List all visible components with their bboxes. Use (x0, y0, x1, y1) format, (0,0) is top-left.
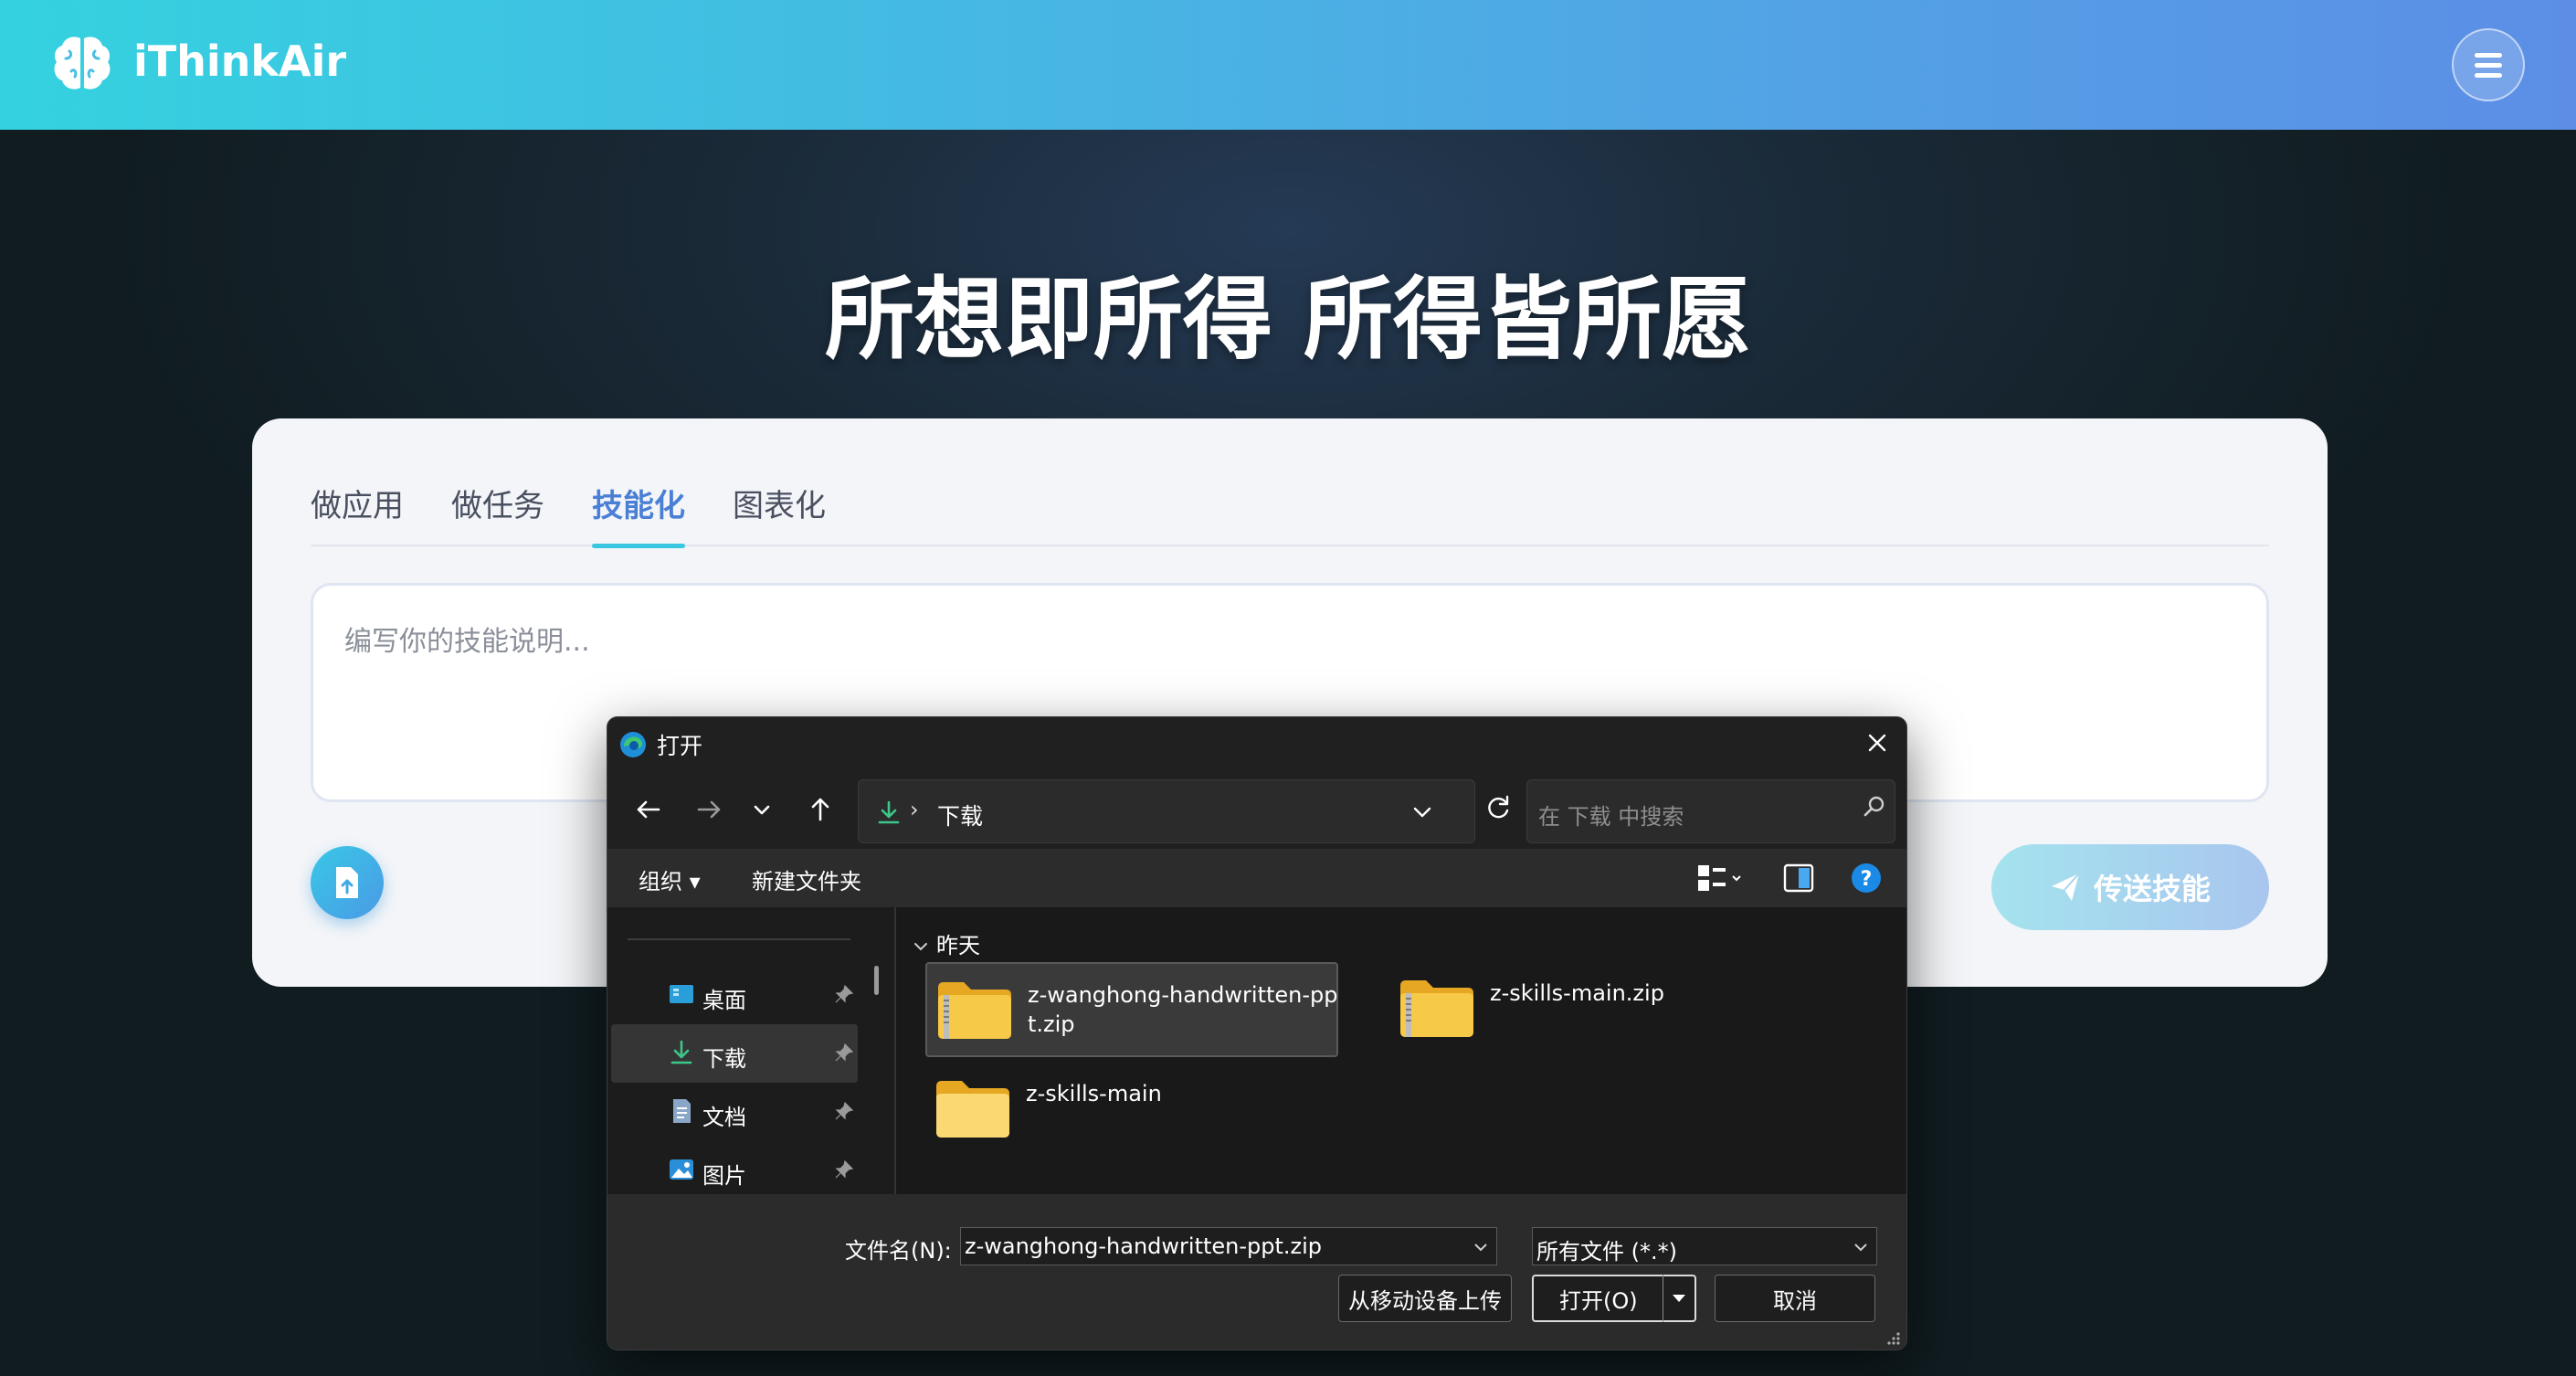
breadcrumb-separator: › (910, 797, 919, 822)
new-folder-button[interactable]: 新建文件夹 (752, 863, 861, 895)
search-icon[interactable] (1863, 794, 1886, 818)
send-skill-button[interactable]: 传送技能 (1991, 844, 2269, 930)
document-icon (673, 1099, 691, 1123)
command-bar: 组织 ▾ 新建文件夹 ? (607, 849, 1906, 907)
view-options-icon[interactable] (1696, 860, 1746, 896)
sidebar-item-label: 下载 (702, 1046, 746, 1072)
desktop-icon (670, 985, 693, 1003)
navigation-bar: › 下载 在 下载 中搜索 (607, 774, 1906, 843)
download-icon (878, 800, 900, 824)
sidebar-divider (628, 938, 850, 940)
chevron-down-icon[interactable] (1410, 800, 1434, 824)
file-name: z-skills-main (1026, 1081, 1162, 1106)
dialog-titlebar: 打开 (607, 717, 1906, 767)
chevron-down-icon[interactable] (1853, 1239, 1869, 1255)
file-upload-icon (336, 867, 358, 898)
organize-menu[interactable]: 组织 ▾ (639, 863, 701, 895)
file-open-dialog: 打开 › 下载 在 下载 中搜索 组织 ▾ 新建文件夹 ? 桌面 下载 文档 图… (607, 716, 1907, 1350)
open-options-dropdown[interactable] (1663, 1275, 1695, 1322)
file-name: z-skills-main.zip (1490, 980, 1664, 1006)
sidebar-item-label: 图片 (702, 1163, 746, 1189)
upload-from-mobile-button[interactable]: 从移动设备上传 (1338, 1275, 1512, 1322)
filename-label: 文件名(N): (845, 1238, 952, 1264)
file-name: z-wanghong-handwritten-ppt.zip (1028, 982, 1338, 1037)
filetype-select[interactable]: 所有文件 (*.*) (1532, 1227, 1877, 1265)
sidebar-item-pictures[interactable]: 图片 (611, 1141, 858, 1200)
menu-button[interactable] (2452, 28, 2525, 101)
zip-folder-icon (938, 982, 1011, 1039)
pin-icon (835, 1043, 854, 1062)
caret-down-icon (1673, 1295, 1685, 1302)
cancel-button[interactable]: 取消 (1715, 1275, 1875, 1322)
send-skill-label: 传送技能 (2093, 872, 2211, 906)
recent-locations-chevron-icon[interactable] (744, 792, 779, 827)
sidebar-item-documents[interactable]: 文档 (611, 1083, 858, 1141)
file-item-skills-main-folder[interactable]: z-skills-main (925, 1063, 1199, 1158)
address-bar[interactable]: › 下载 (858, 779, 1475, 843)
chevron-down-icon (914, 943, 927, 951)
navigation-pane: 桌面 下载 文档 图片 (607, 907, 894, 1194)
filetype-value: 所有文件 (*.*) (1536, 1239, 1677, 1265)
sidebar-item-desktop[interactable]: 桌面 (611, 966, 858, 1024)
dialog-title: 打开 (657, 733, 703, 759)
refresh-icon[interactable] (1483, 792, 1514, 823)
pin-icon (835, 1101, 854, 1120)
mode-tabs: 做应用 做任务 技能化 图表化 (311, 481, 2269, 548)
up-arrow-icon[interactable] (803, 792, 838, 827)
sidebar-item-label: 文档 (702, 1105, 746, 1130)
brain-icon[interactable] (49, 31, 115, 97)
close-icon[interactable] (1861, 726, 1894, 759)
top-navigation-bar: iThinkAir (0, 0, 2576, 130)
svg-text:?: ? (1861, 868, 1873, 891)
pin-icon (835, 984, 854, 1003)
open-button-label: 打开(O) (1559, 1287, 1638, 1314)
search-input[interactable]: 在 下载 中搜索 (1526, 779, 1895, 843)
sidebar-scrollbar[interactable] (874, 966, 879, 995)
pictures-icon (670, 1159, 693, 1180)
paper-plane-icon (2051, 873, 2080, 901)
hamburger-menu-icon (2475, 50, 2502, 80)
forward-arrow-icon[interactable] (692, 792, 726, 827)
folder-icon (936, 1081, 1009, 1138)
chevron-down-icon[interactable] (1473, 1239, 1489, 1255)
pin-icon (835, 1159, 854, 1179)
upload-file-button[interactable] (311, 846, 384, 919)
help-icon[interactable]: ? (1848, 860, 1884, 896)
download-icon (670, 1040, 692, 1064)
hero-title: 所想即所得 所得皆所愿 (824, 268, 1752, 372)
dialog-footer: 文件名(N): z-wanghong-handwritten-ppt.zip 所… (607, 1194, 1906, 1350)
file-item-skills-main-zip[interactable]: z-skills-main.zip (1389, 962, 1664, 1057)
zip-folder-icon (1400, 980, 1473, 1037)
brand-name[interactable]: iThinkAir (133, 37, 346, 86)
group-header-yesterday[interactable]: 昨天 (913, 927, 980, 959)
edge-browser-icon (620, 732, 646, 757)
filename-combobox[interactable]: z-wanghong-handwritten-ppt.zip (960, 1227, 1497, 1265)
tab-skillify[interactable]: 技能化 (592, 481, 685, 548)
tab-make-task[interactable]: 做任务 (451, 481, 544, 546)
breadcrumb-location[interactable]: 下载 (937, 799, 983, 831)
back-arrow-icon[interactable] (631, 792, 666, 827)
filename-value: z-wanghong-handwritten-ppt.zip (965, 1233, 1323, 1259)
sidebar-item-downloads[interactable]: 下载 (611, 1024, 858, 1083)
group-header-label: 昨天 (936, 933, 980, 958)
tab-chartify[interactable]: 图表化 (733, 481, 826, 546)
file-item-wanghong-handwritten-ppt[interactable]: z-wanghong-handwritten-ppt.zip (925, 962, 1338, 1057)
tab-make-app[interactable]: 做应用 (311, 481, 404, 546)
sidebar-item-label: 桌面 (702, 988, 746, 1013)
resize-grip-icon[interactable] (1884, 1329, 1901, 1346)
preview-pane-icon[interactable] (1782, 860, 1815, 896)
